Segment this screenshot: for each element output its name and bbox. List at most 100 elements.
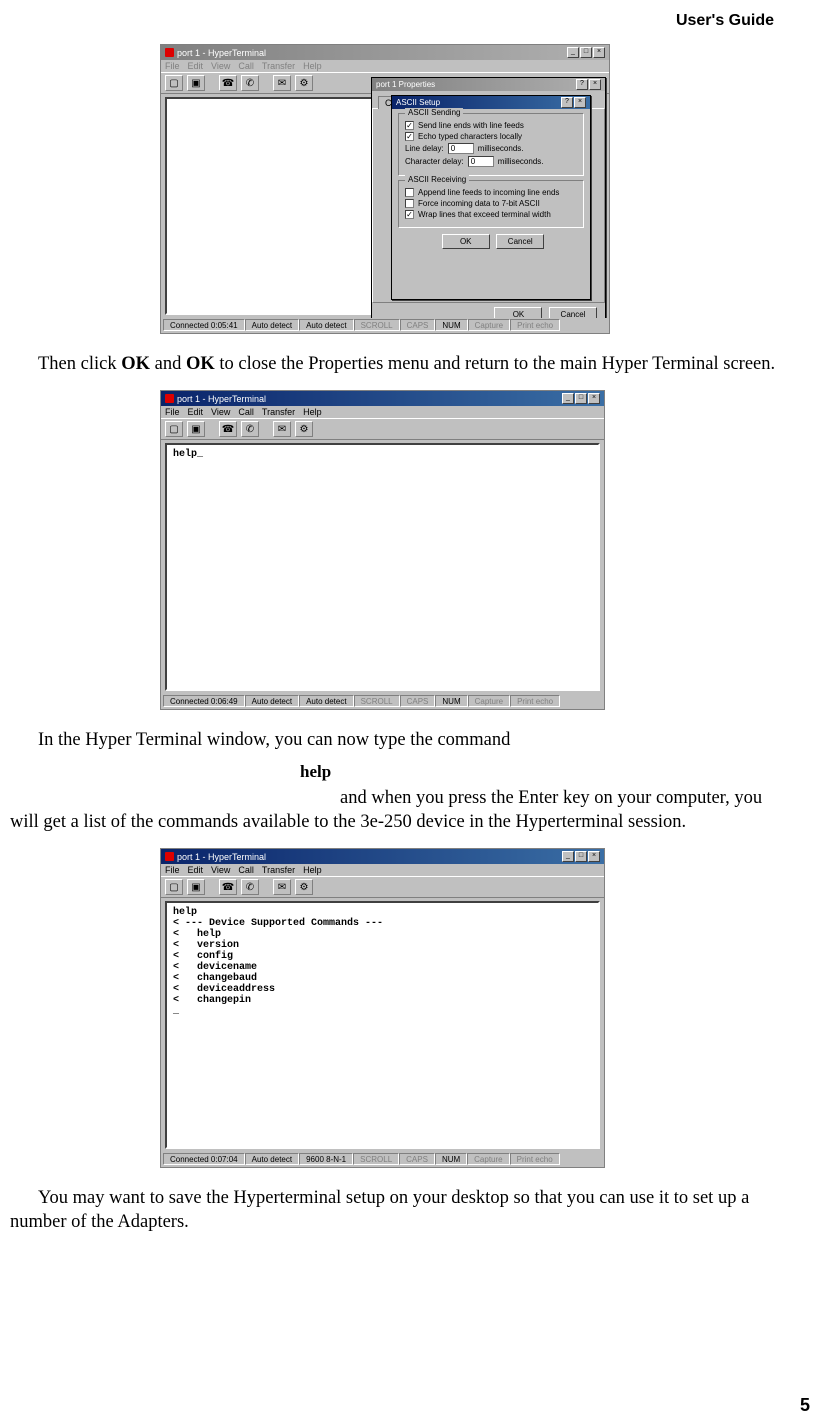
status-echo: Print echo — [510, 1153, 560, 1165]
toolbar-open-icon[interactable]: ▣ — [187, 75, 205, 91]
screenshot-help-output: port 1 - HyperTerminal _ □ × File Edit V… — [160, 848, 605, 1168]
page-number: 5 — [800, 1395, 810, 1416]
label-char-delay: Character delay: — [405, 157, 464, 166]
status-scroll: SCROLL — [353, 1153, 399, 1165]
terminal-area[interactable]: help < --- Device Supported Commands ---… — [165, 901, 600, 1149]
status-num: NUM — [435, 1153, 467, 1165]
status-scroll: SCROLL — [354, 319, 400, 331]
menu-transfer[interactable]: Transfer — [262, 865, 295, 875]
toolbar-disconnect-icon[interactable]: ✆ — [241, 879, 259, 895]
help-icon[interactable]: ? — [576, 79, 588, 90]
label-line-delay: Line delay: — [405, 144, 444, 153]
status-autodetect-1: Auto detect — [245, 695, 299, 707]
hyperterminal-icon — [165, 394, 174, 403]
label-append-lf: Append line feeds to incoming line ends — [418, 188, 559, 197]
input-char-delay[interactable]: 0 — [468, 156, 494, 167]
toolbar-open-icon[interactable]: ▣ — [187, 879, 205, 895]
screenshot-help-typed: port 1 - HyperTerminal _ □ × File Edit V… — [160, 390, 605, 710]
ascii-title: ASCII Setup — [396, 98, 440, 107]
menu-help[interactable]: Help — [303, 407, 322, 417]
toolbar-call-icon[interactable]: ☎ — [219, 879, 237, 895]
toolbar-send-icon[interactable]: ✉ — [273, 879, 291, 895]
toolbar-disconnect-icon[interactable]: ✆ — [241, 75, 259, 91]
menu-file[interactable]: File — [165, 865, 180, 875]
minimize-icon[interactable]: _ — [562, 393, 574, 404]
maximize-icon[interactable]: □ — [580, 47, 592, 58]
toolbar: ▢ ▣ ☎ ✆ ✉ ⚙ — [161, 418, 604, 440]
menu-file[interactable]: File — [165, 407, 180, 417]
checkbox-append-lf[interactable] — [405, 188, 414, 197]
menu-edit[interactable]: Edit — [188, 61, 204, 71]
menu-call[interactable]: Call — [238, 61, 254, 71]
status-autodetect-2: 9600 8-N-1 — [299, 1153, 353, 1165]
status-connected: Connected 0:05:41 — [163, 319, 245, 331]
toolbar-new-icon[interactable]: ▢ — [165, 879, 183, 895]
ascii-cancel-button[interactable]: Cancel — [496, 234, 544, 249]
menu-view[interactable]: View — [211, 61, 230, 71]
checkbox-force-7bit[interactable] — [405, 199, 414, 208]
help-command-text: help — [10, 762, 782, 782]
toolbar-props-icon[interactable]: ⚙ — [295, 879, 313, 895]
menu-view[interactable]: View — [211, 865, 230, 875]
ascii-receiving-group: ASCII Receiving Append line feeds to inc… — [398, 180, 584, 228]
status-echo: Print echo — [510, 695, 560, 707]
close-icon[interactable]: × — [589, 79, 601, 90]
menu-call[interactable]: Call — [238, 865, 254, 875]
terminal-text: help < --- Device Supported Commands ---… — [167, 903, 389, 1021]
minimize-icon[interactable]: _ — [567, 47, 579, 58]
toolbar-open-icon[interactable]: ▣ — [187, 421, 205, 437]
menu-help[interactable]: Help — [303, 865, 322, 875]
menu-call[interactable]: Call — [238, 407, 254, 417]
toolbar-props-icon[interactable]: ⚙ — [295, 75, 313, 91]
menu-file[interactable]: File — [165, 61, 180, 71]
label-force-7bit: Force incoming data to 7-bit ASCII — [418, 199, 540, 208]
status-echo: Print echo — [510, 319, 560, 331]
input-line-delay[interactable]: 0 — [448, 143, 474, 154]
status-caps: CAPS — [399, 1153, 435, 1165]
status-num: NUM — [435, 319, 467, 331]
toolbar-disconnect-icon[interactable]: ✆ — [241, 421, 259, 437]
close-icon[interactable]: × — [588, 851, 600, 862]
status-connected: Connected 0:07:04 — [163, 1153, 245, 1165]
window-title: port 1 - HyperTerminal — [177, 48, 266, 58]
ascii-ok-button[interactable]: OK — [442, 234, 490, 249]
toolbar-props-icon[interactable]: ⚙ — [295, 421, 313, 437]
help-icon[interactable]: ? — [561, 97, 573, 108]
ascii-sending-legend: ASCII Sending — [405, 108, 463, 117]
toolbar-call-icon[interactable]: ☎ — [219, 75, 237, 91]
checkbox-wrap-lines[interactable]: ✓ — [405, 210, 414, 219]
status-caps: CAPS — [400, 319, 436, 331]
menu-edit[interactable]: Edit — [188, 407, 204, 417]
toolbar-new-icon[interactable]: ▢ — [165, 421, 183, 437]
minimize-icon[interactable]: _ — [562, 851, 574, 862]
menu-bar: File Edit View Call Transfer Help — [161, 60, 609, 72]
window-titlebar: port 1 - HyperTerminal _ □ × — [161, 849, 604, 864]
status-num: NUM — [435, 695, 467, 707]
checkbox-send-line-ends[interactable]: ✓ — [405, 121, 414, 130]
toolbar-send-icon[interactable]: ✉ — [273, 421, 291, 437]
checkbox-echo-typed[interactable]: ✓ — [405, 132, 414, 141]
status-autodetect-2: Auto detect — [299, 319, 353, 331]
menu-view[interactable]: View — [211, 407, 230, 417]
paragraph-3: and when you press the Enter key on your… — [10, 786, 782, 834]
status-caps: CAPS — [400, 695, 436, 707]
menu-edit[interactable]: Edit — [188, 865, 204, 875]
menu-transfer[interactable]: Transfer — [262, 61, 295, 71]
maximize-icon[interactable]: □ — [575, 393, 587, 404]
close-icon[interactable]: × — [593, 47, 605, 58]
menu-help[interactable]: Help — [303, 61, 322, 71]
page-header: User's Guide — [10, 12, 774, 30]
toolbar-call-icon[interactable]: ☎ — [219, 421, 237, 437]
window-titlebar: port 1 - HyperTerminal _ □ × — [161, 45, 609, 60]
toolbar-send-icon[interactable]: ✉ — [273, 75, 291, 91]
hyperterminal-icon — [165, 852, 174, 861]
label-wrap-lines: Wrap lines that exceed terminal width — [418, 210, 551, 219]
close-icon[interactable]: × — [574, 97, 586, 108]
toolbar-new-icon[interactable]: ▢ — [165, 75, 183, 91]
maximize-icon[interactable]: □ — [575, 851, 587, 862]
menu-transfer[interactable]: Transfer — [262, 407, 295, 417]
close-icon[interactable]: × — [588, 393, 600, 404]
terminal-area[interactable]: help_ — [165, 443, 600, 691]
status-scroll: SCROLL — [354, 695, 400, 707]
status-bar: Connected 0:07:04 Auto detect 9600 8-N-1… — [163, 1152, 602, 1166]
